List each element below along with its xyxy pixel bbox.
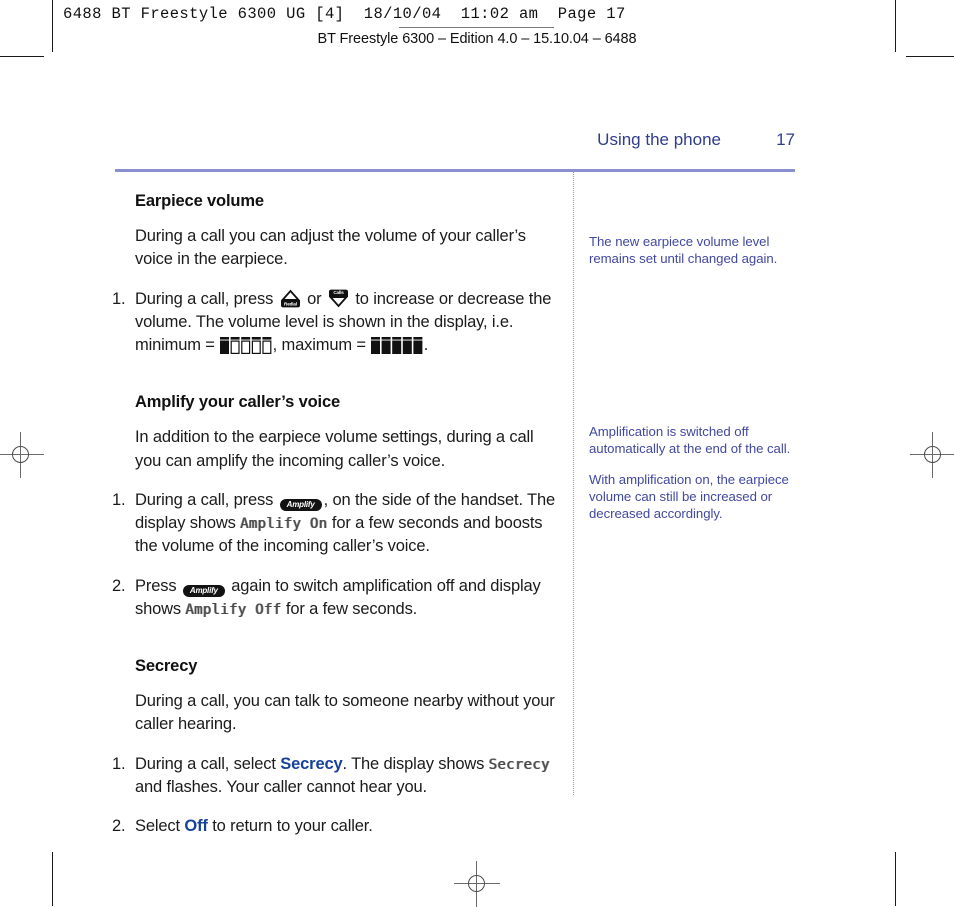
step-number: 2.	[112, 576, 126, 595]
ui-term[interactable]: Off	[184, 817, 208, 835]
ui-term[interactable]: Secrecy	[280, 755, 342, 773]
step-list: 1. During a call, press Amplify, on the s…	[112, 489, 560, 621]
section-intro-paragraph: During a call, you can talk to someone n…	[135, 692, 555, 734]
side-note-group: Amplification is switched off automatica…	[589, 424, 805, 522]
section-heading: Earpiece volume	[135, 192, 264, 210]
running-head-title: Using the phone	[597, 130, 721, 149]
step-list: 1. During a call, press Redial or Calls t…	[112, 288, 560, 358]
side-note-group: The new earpiece volume level remains se…	[589, 234, 805, 268]
column-divider	[573, 172, 575, 795]
step-number: 1.	[112, 289, 126, 308]
side-note: With amplification on, the earpiece volu…	[589, 471, 789, 521]
volume-level-indicator	[371, 337, 423, 354]
calls-down-key-icon: Calls	[328, 288, 349, 309]
section-heading: Secrecy	[135, 657, 198, 675]
section-secrecy: Secrecy During a call, you can talk to so…	[112, 657, 560, 838]
step-number: 1.	[112, 754, 126, 773]
step-item: 2. Select Off to return to your caller.	[112, 815, 560, 838]
section-heading: Amplify your caller’s voice	[135, 393, 341, 412]
header-rule	[115, 169, 795, 172]
step-number: 2.	[112, 817, 126, 835]
step-item: 1. During a call, press Amplify, on the s…	[112, 490, 556, 556]
step-list: 1. During a call, select Secrecy. The dis…	[112, 753, 560, 839]
svg-text:Redial: Redial	[284, 301, 297, 306]
step-item: 1. During a call, press Redial or Calls t…	[112, 288, 552, 354]
running-head: Using the phone 17	[115, 130, 795, 150]
step-number: 1.	[112, 490, 126, 509]
section-intro-paragraph: During a call you can adjust the volume …	[135, 227, 526, 269]
volume-level-indicator	[220, 337, 272, 354]
document-page: Using the phone 17 Earpiece volume During…	[0, 0, 954, 906]
section-earpiece-volume: Earpiece volume During a call you can adj…	[112, 192, 560, 357]
lcd-display-text: Secrecy	[488, 756, 550, 773]
side-note: Amplification is switched off automatica…	[589, 424, 791, 456]
amplify-key-icon: Amplify	[182, 585, 225, 597]
section-amplify-caller-voice: Amplify your caller’s voice In addition t…	[112, 393, 560, 621]
lcd-display-text: Amplify On	[240, 516, 328, 532]
step-item: 1. During a call, select Secrecy. The dis…	[112, 754, 550, 796]
main-text-column: Earpiece volume During a call you can adj…	[112, 192, 560, 854]
svg-text:Calls: Calls	[333, 290, 344, 295]
amplify-key-icon: Amplify	[279, 499, 322, 511]
side-note: The new earpiece volume level remains se…	[589, 234, 778, 266]
section-intro-paragraph: In addition to the earpiece volume setti…	[135, 428, 534, 470]
step-item: 2. Press Amplify again to switch amplific…	[112, 576, 541, 618]
page-number: 17	[776, 130, 795, 149]
lcd-display-text: Amplify Off	[185, 601, 282, 618]
redial-up-key-icon: Redial	[280, 288, 301, 309]
